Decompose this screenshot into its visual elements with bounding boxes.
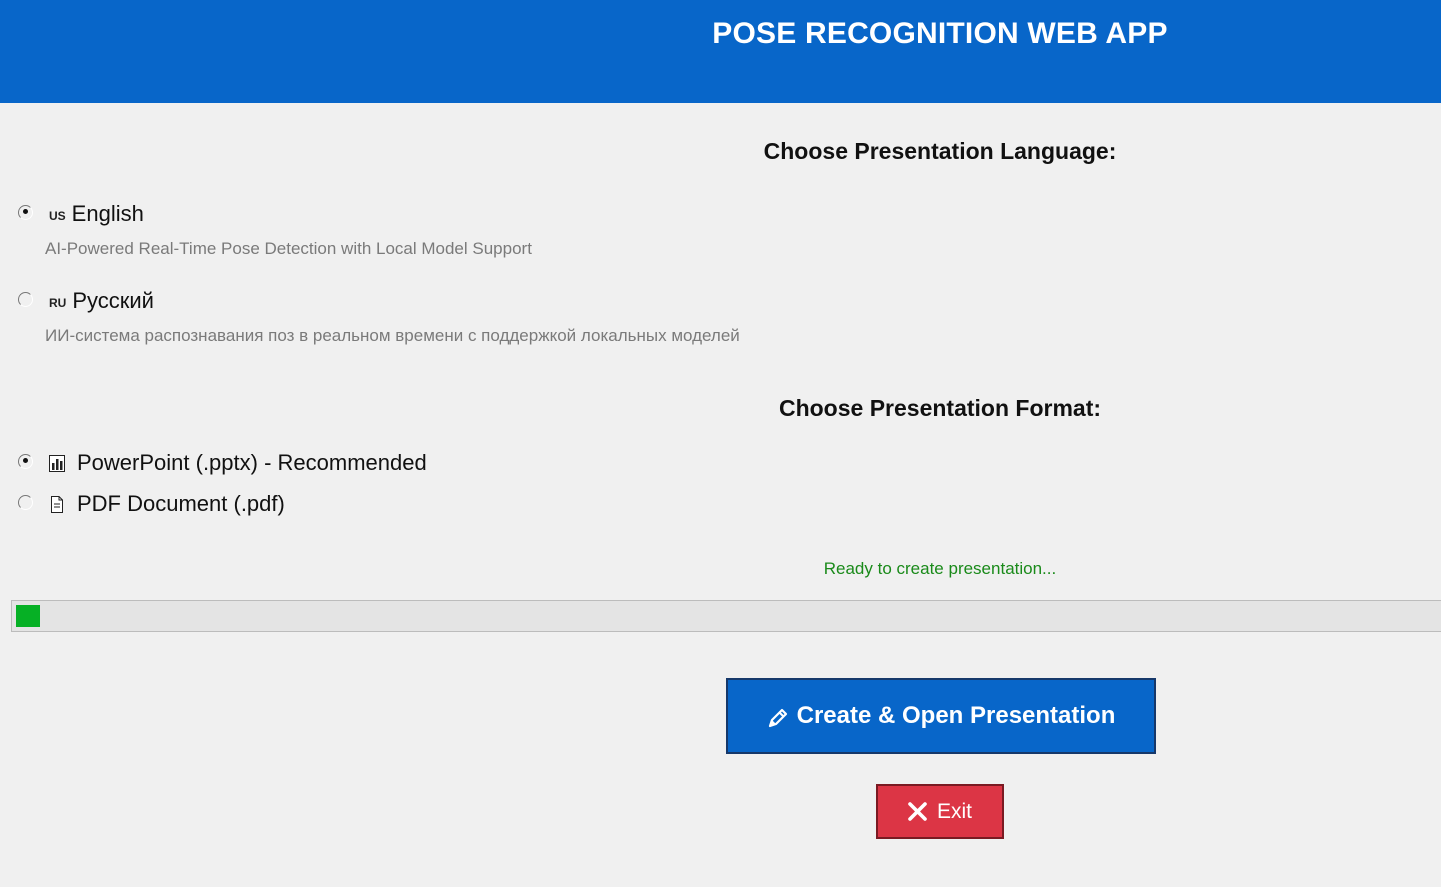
option-pptx[interactable]: PowerPoint (.pptx) - Recommended — [49, 450, 427, 476]
radio-english[interactable] — [18, 205, 33, 220]
app-window: POSE RECOGNITION WEB APP Choose Presenta… — [0, 0, 1441, 887]
language-section-title: Choose Presentation Language: — [763, 138, 1117, 164]
option-pptx-label: PowerPoint (.pptx) - Recommended — [77, 450, 427, 475]
option-russian-description: ИИ-система распознавания поз в реальном … — [45, 326, 740, 345]
format-section-title: Choose Presentation Format: — [778, 395, 1102, 421]
option-english[interactable]: US English — [49, 201, 144, 227]
option-russian[interactable]: RU Русский — [49, 288, 154, 314]
bar-chart-icon — [49, 455, 65, 472]
progress-bar — [11, 600, 1441, 632]
option-russian-label: Русский — [72, 288, 154, 313]
option-pdf-label: PDF Document (.pdf) — [77, 491, 285, 516]
create-open-presentation-button[interactable]: Create & Open Presentation — [726, 678, 1156, 754]
pencil-icon — [768, 708, 787, 728]
close-icon — [908, 802, 927, 821]
radio-russian[interactable] — [18, 292, 33, 307]
option-english-label: English — [71, 201, 144, 226]
create-button-label: Create & Open Presentation — [796, 702, 1116, 729]
document-icon — [51, 496, 63, 513]
app-header: POSE RECOGNITION WEB APP — [0, 0, 1441, 103]
app-title: POSE RECOGNITION WEB APP — [712, 17, 1168, 50]
exit-button[interactable]: Exit — [876, 784, 1004, 839]
exit-button-label: Exit — [936, 799, 972, 823]
option-english-description: AI-Powered Real-Time Pose Detection with… — [45, 239, 532, 258]
radio-pdf[interactable] — [18, 495, 33, 510]
us-flag-icon: US — [49, 209, 66, 223]
progress-fill — [16, 605, 40, 627]
ru-flag-icon: RU — [49, 296, 67, 310]
status-text: Ready to create presentation... — [823, 559, 1057, 578]
radio-pptx[interactable] — [18, 454, 33, 469]
option-pdf[interactable]: PDF Document (.pdf) — [49, 491, 285, 517]
